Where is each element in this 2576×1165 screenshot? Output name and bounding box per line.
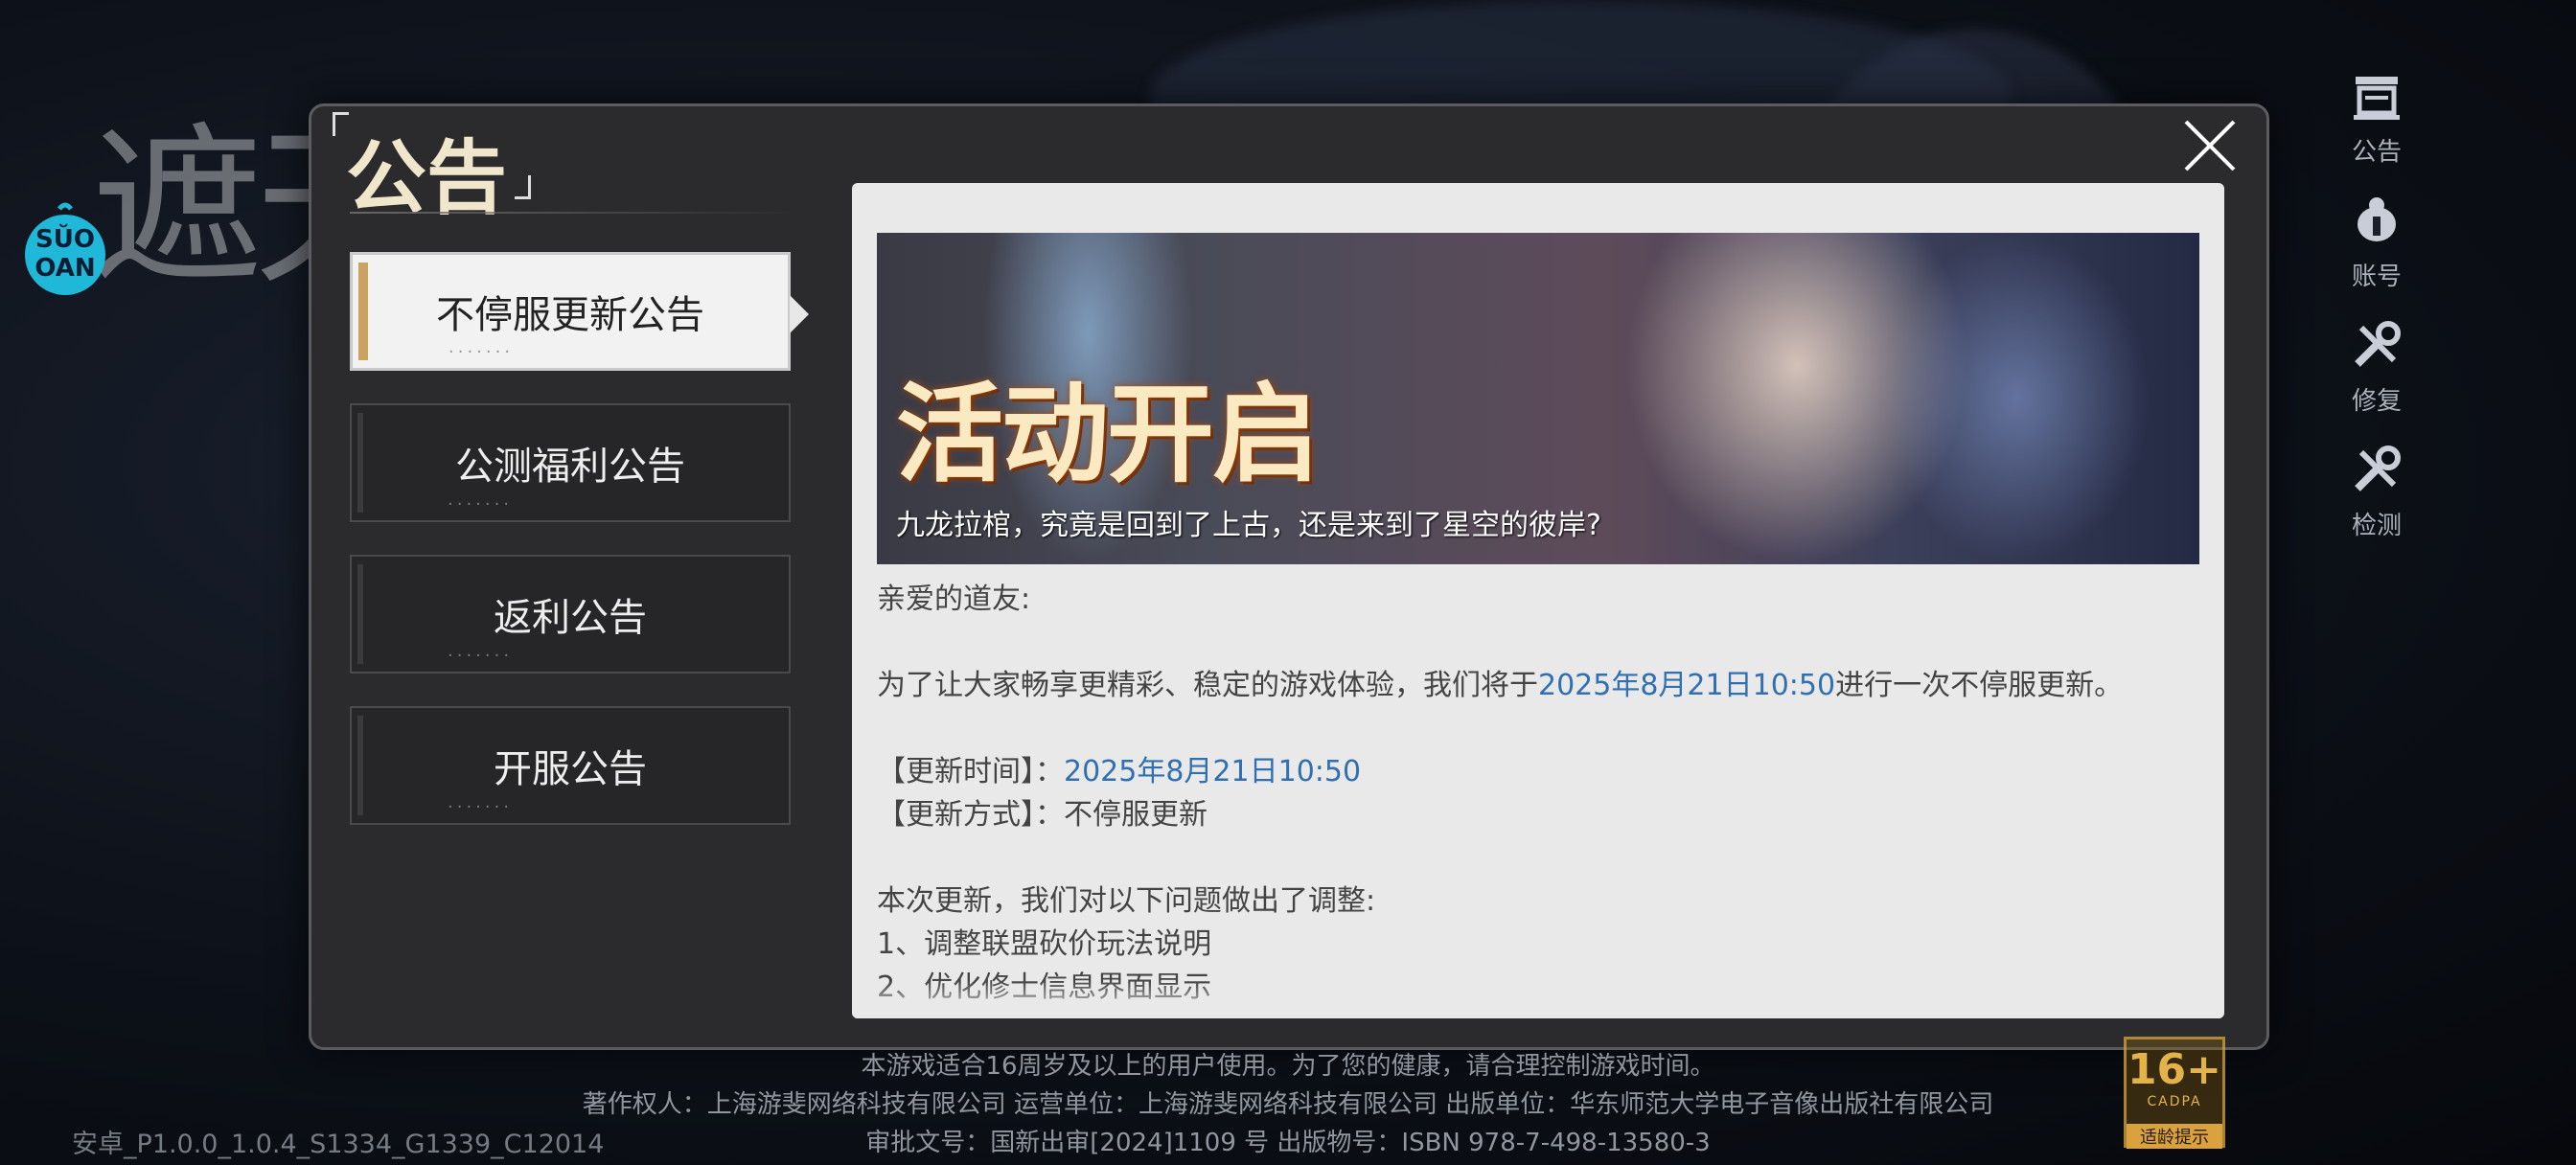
title-bracket-right [515, 175, 531, 199]
version-label: 安卓_P1.0.0_1.0.4_S1334_G1339_C12014 [72, 1130, 605, 1159]
title-divider [350, 212, 800, 214]
time-label: 【更新时间】： [877, 755, 1064, 788]
changes-intro: 本次更新，我们对以下问题做出了调整: [877, 884, 1376, 918]
tab-dots: ······· [448, 646, 514, 666]
banner-title: 活动开启 [896, 372, 1320, 497]
side-item-label: 账号 [2351, 263, 2402, 291]
account-icon [2358, 197, 2396, 241]
age-rating: 16+ [2127, 1045, 2222, 1094]
tab-server-open-announcement[interactable]: 开服公告 ······· [350, 706, 791, 825]
tab-label: 不停服更新公告 [436, 293, 704, 337]
banner-caption: 九龙拉棺，究竟是回到了上古，还是来到了星空的彼岸? [896, 509, 1601, 542]
intro-date: 2025年8月21日10:50 [1538, 669, 1836, 702]
side-item-label: 公告 [2351, 138, 2402, 167]
tab-welfare-announcement[interactable]: 公测福利公告 ······· [350, 403, 791, 522]
tab-dots: ······· [448, 494, 514, 514]
update-time-line: 【更新时间】：2025年8月21日10:50 [877, 750, 2199, 793]
intro-prefix: 为了让大家畅享更精彩、稳定的游戏体验，我们将于 [877, 669, 1538, 702]
tab-accent-bar [358, 263, 368, 360]
announcement-dialog: 公告 不停服更新公告 ······· 公测福利公告 ······· 返利公告 ·… [309, 103, 2269, 1050]
age-tip: 适龄提示 [2127, 1124, 2222, 1149]
close-icon[interactable] [2178, 114, 2242, 177]
tab-accent-bar [357, 716, 363, 815]
banner-character-right [1883, 233, 2151, 564]
age-rating-badge[interactable]: 16+ CADPA 适龄提示 [2124, 1037, 2225, 1149]
greeting: 亲爱的道友: [877, 582, 1031, 616]
detect-icon [2355, 445, 2401, 491]
tab-dots: ······· [448, 797, 514, 817]
side-item-label: 修复 [2351, 387, 2402, 416]
repair-icon [2355, 321, 2401, 367]
svg-text:OAN: OAN [34, 254, 95, 283]
intro-suffix: 进行一次不停服更新。 [1835, 669, 2124, 702]
scroll-fade [852, 980, 2224, 1018]
side-item-label: 检测 [2351, 512, 2402, 540]
tab-label: 返利公告 [494, 596, 647, 640]
method-label: 【更新方式】： [877, 798, 1064, 832]
side-item-announcement[interactable]: 公告 [2329, 67, 2425, 192]
change-item: 1、调整联盟砍价玩法说明 [877, 927, 1212, 961]
intro-paragraph: 为了让大家畅享更精彩、稳定的游戏体验，我们将于2025年8月21日10:50进行… [877, 664, 2199, 707]
side-item-account[interactable]: 账号 [2329, 192, 2425, 316]
tab-accent-bar [357, 564, 363, 664]
tab-update-announcement[interactable]: 不停服更新公告 ······· [350, 252, 809, 371]
time-value: 2025年8月21日10:50 [1064, 755, 1362, 788]
tab-label: 公测福利公告 [455, 445, 685, 489]
game-logo-icon: SŬO OAN [25, 202, 105, 295]
tab-active-arrow [790, 295, 809, 333]
tab-accent-bar [357, 413, 363, 513]
announcement-icon [2354, 77, 2400, 120]
side-menu: 公告 账号 修复 检测 [2329, 67, 2425, 565]
tab-rebate-announcement[interactable]: 返利公告 ······· [350, 555, 791, 674]
update-method-line: 【更新方式】：不停服更新 [877, 793, 2199, 836]
side-item-repair[interactable]: 修复 [2329, 316, 2425, 441]
announcement-body: 亲爱的道友: 为了让大家畅享更精彩、稳定的游戏体验，我们将于2025年8月21日… [877, 578, 2199, 1009]
event-banner: 活动开启 九龙拉棺，究竟是回到了上古，还是来到了星空的彼岸? [877, 233, 2199, 564]
tab-label: 开服公告 [494, 747, 647, 791]
side-item-detect[interactable]: 检测 [2329, 441, 2425, 565]
tab-dots: ······· [448, 342, 515, 362]
age-org: CADPA [2147, 1094, 2202, 1109]
svg-text:SŬO: SŬO [35, 223, 95, 254]
announcement-content[interactable]: 活动开启 九龙拉棺，究竟是回到了上古，还是来到了星空的彼岸? 亲爱的道友: 为了… [852, 183, 2224, 1018]
method-value: 不停服更新 [1064, 798, 1208, 832]
